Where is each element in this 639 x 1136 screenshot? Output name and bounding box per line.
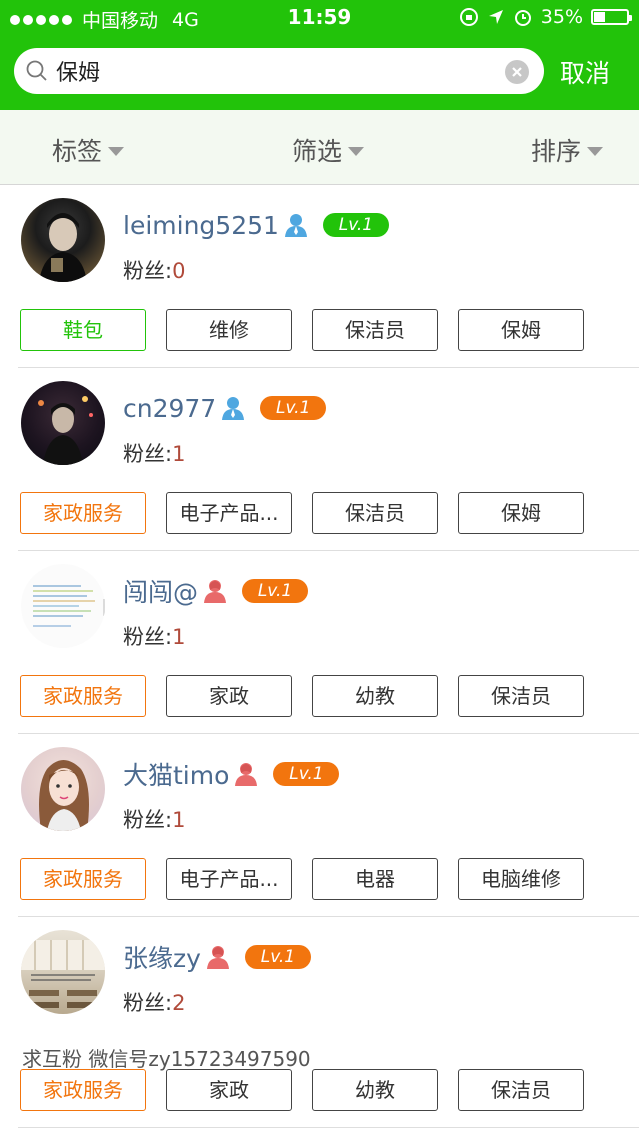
fans-count: 粉丝:1 — [123, 438, 185, 468]
username[interactable]: 大猫timo — [123, 756, 229, 792]
filter-label: 标签 — [52, 137, 103, 166]
female-user-icon — [206, 946, 229, 969]
search-row: 取消 — [14, 48, 639, 96]
caret-down-icon — [348, 146, 365, 156]
female-user-icon — [235, 763, 258, 786]
location-icon — [488, 10, 503, 24]
tag-row: 家政服务 电子产品... 电器 电脑维修 — [20, 858, 584, 900]
tag[interactable]: 保姆 — [458, 309, 584, 351]
battery-icon — [591, 9, 632, 25]
fans-count: 粉丝:1 — [123, 621, 185, 651]
tag[interactable]: 家政服务 — [20, 1069, 146, 1111]
fans-number: 0 — [172, 259, 186, 283]
tag[interactable]: 电脑维修 — [458, 858, 584, 900]
tag[interactable]: 幼教 — [312, 675, 438, 717]
fans-count: 粉丝:0 — [123, 255, 185, 285]
fans-label: 粉丝: — [123, 991, 173, 1015]
female-user-icon — [204, 580, 227, 603]
tag[interactable]: 电子产品... — [166, 492, 292, 534]
tag[interactable]: 家政服务 — [20, 858, 146, 900]
level-badge: Lv.1 — [260, 396, 327, 420]
caret-down-icon — [108, 146, 125, 156]
fans-label: 粉丝: — [123, 625, 173, 649]
fans-number: 1 — [172, 808, 186, 832]
filter-bar: 标签 筛选 排序 — [0, 110, 639, 185]
fans-number: 1 — [172, 442, 186, 466]
list-item[interactable]: 闯闯@ Lv.1 粉丝:1 家政服务 家政 幼教 保洁员 — [18, 551, 639, 734]
fans-number: 1 — [172, 625, 186, 649]
list-item[interactable]: 张缘zy Lv.1 粉丝:2 求互粉 微信号zy15723497590 家政服务… — [18, 917, 639, 1128]
male-user-icon — [284, 214, 307, 237]
level-badge: Lv.1 — [244, 945, 311, 969]
tag[interactable]: 保洁员 — [458, 1069, 584, 1111]
tag[interactable]: 幼教 — [312, 1069, 438, 1111]
fans-number: 2 — [172, 991, 186, 1015]
filter-sort[interactable]: 排序 — [531, 132, 604, 168]
tag[interactable]: 保洁员 — [312, 492, 438, 534]
avatar[interactable] — [21, 198, 105, 282]
username[interactable]: 张缘zy — [123, 939, 201, 975]
filter-label: 筛选 — [292, 137, 343, 166]
tag-row: 鞋包 维修 保洁员 保姆 — [20, 309, 584, 351]
avatar[interactable] — [21, 564, 105, 648]
search-box[interactable] — [14, 48, 544, 94]
header: 中国移动 4G 11:59 35% 取消 — [0, 0, 639, 110]
tag[interactable]: 保洁员 — [458, 675, 584, 717]
filter-label: 排序 — [531, 137, 582, 166]
fans-label: 粉丝: — [123, 808, 173, 832]
username[interactable]: 闯闯@ — [123, 573, 198, 609]
male-user-icon — [222, 397, 245, 420]
tag[interactable]: 鞋包 — [20, 309, 146, 351]
tag-row: 家政服务 家政 幼教 保洁员 — [20, 1069, 584, 1111]
alarm-icon — [514, 10, 531, 26]
tag[interactable]: 保洁员 — [312, 309, 438, 351]
tag[interactable]: 保姆 — [458, 492, 584, 534]
tag[interactable]: 维修 — [166, 309, 292, 351]
list-item[interactable]: leiming5251 Lv.1 粉丝:0 鞋包 维修 保洁员 保姆 — [18, 185, 639, 368]
list-item[interactable]: 大猫timo Lv.1 粉丝:1 家政服务 电子产品... 电器 电脑维修 — [18, 734, 639, 917]
search-input[interactable] — [56, 55, 496, 87]
filter-tags[interactable]: 标签 — [52, 132, 125, 168]
tag[interactable]: 电子产品... — [166, 858, 292, 900]
tag-row: 家政服务 家政 幼教 保洁员 — [20, 675, 584, 717]
username[interactable]: cn2977 — [123, 394, 216, 423]
username[interactable]: leiming5251 — [123, 211, 279, 240]
list-item[interactable]: cn2977 Lv.1 粉丝:1 家政服务 电子产品... 保洁员 保姆 — [18, 368, 639, 551]
level-badge: Lv.1 — [242, 579, 309, 603]
level-badge: Lv.1 — [322, 213, 389, 237]
fans-count: 粉丝:2 — [123, 987, 185, 1017]
status-bar: 中国移动 4G 11:59 35% — [0, 0, 639, 36]
fans-label: 粉丝: — [123, 442, 173, 466]
battery-percent: 35% — [540, 6, 583, 28]
tag[interactable]: 电器 — [312, 858, 438, 900]
filter-screen[interactable]: 筛选 — [292, 132, 365, 168]
tag[interactable]: 家政服务 — [20, 675, 146, 717]
avatar[interactable] — [21, 747, 105, 831]
fans-count: 粉丝:1 — [123, 804, 185, 834]
tag-row: 家政服务 电子产品... 保洁员 保姆 — [20, 492, 584, 534]
rotation-lock-icon — [459, 8, 478, 26]
tag[interactable]: 家政服务 — [20, 492, 146, 534]
avatar[interactable] — [21, 381, 105, 465]
avatar[interactable] — [21, 930, 105, 1014]
user-bio: 求互粉 微信号zy15723497590 — [22, 1047, 311, 1071]
cancel-button[interactable]: 取消 — [560, 54, 610, 90]
tag[interactable]: 家政 — [166, 675, 292, 717]
tag[interactable]: 家政 — [166, 1069, 292, 1111]
search-icon — [26, 60, 47, 81]
caret-down-icon — [587, 146, 604, 156]
user-list: leiming5251 Lv.1 粉丝:0 鞋包 维修 保洁员 保姆 cn297… — [0, 185, 639, 1128]
level-badge: Lv.1 — [273, 762, 340, 786]
clear-icon[interactable] — [505, 60, 529, 84]
fans-label: 粉丝: — [123, 259, 173, 283]
